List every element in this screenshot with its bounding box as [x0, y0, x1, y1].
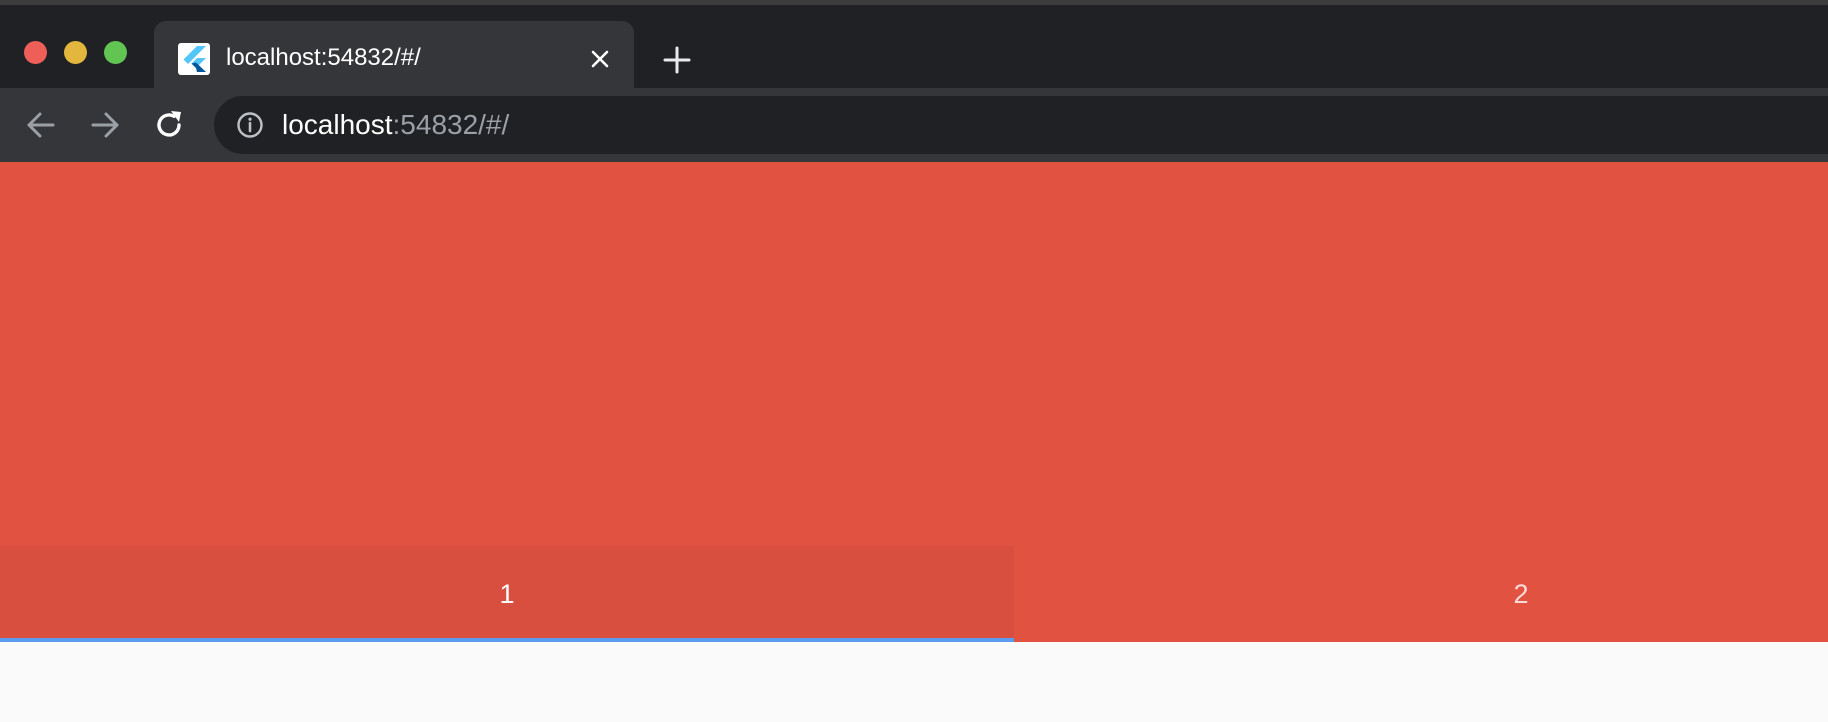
url-host: localhost	[282, 109, 393, 140]
address-bar[interactable]: localhost:54832/#/	[214, 96, 1828, 154]
flutter-logo-icon	[178, 43, 210, 75]
tab-strip: localhost:54832/#/	[0, 0, 1828, 93]
tab-bar: 1 2	[0, 546, 1828, 642]
info-icon[interactable]	[236, 111, 264, 139]
window-minimize-button[interactable]	[64, 41, 87, 64]
tab-title: localhost:54832/#/	[226, 44, 421, 71]
tab-indicator	[0, 638, 1014, 642]
tab-1[interactable]: 1	[0, 546, 1014, 642]
plus-icon[interactable]	[662, 45, 692, 75]
tab-2[interactable]: 2	[1014, 546, 1828, 642]
reload-icon[interactable]	[152, 108, 186, 142]
url-path: :54832/#/	[392, 109, 510, 140]
app-bar: 1 2	[0, 162, 1828, 642]
window-close-button[interactable]	[24, 41, 47, 64]
close-icon[interactable]	[588, 47, 612, 71]
window-maximize-button[interactable]	[104, 41, 127, 64]
browser-tab[interactable]: localhost:54832/#/	[154, 21, 634, 93]
browser-toolbar: localhost:54832/#/	[0, 88, 1828, 162]
tab-label: 1	[499, 578, 515, 609]
address-url[interactable]: localhost:54832/#/	[282, 109, 509, 141]
page-content: 1 2	[0, 162, 1828, 722]
browser-window: localhost:54832/#/ localhost:54832/#/ 1 …	[0, 0, 1828, 722]
arrow-right-icon[interactable]	[88, 108, 122, 142]
tab-label: 2	[1513, 578, 1529, 609]
arrow-left-icon[interactable]	[24, 108, 58, 142]
